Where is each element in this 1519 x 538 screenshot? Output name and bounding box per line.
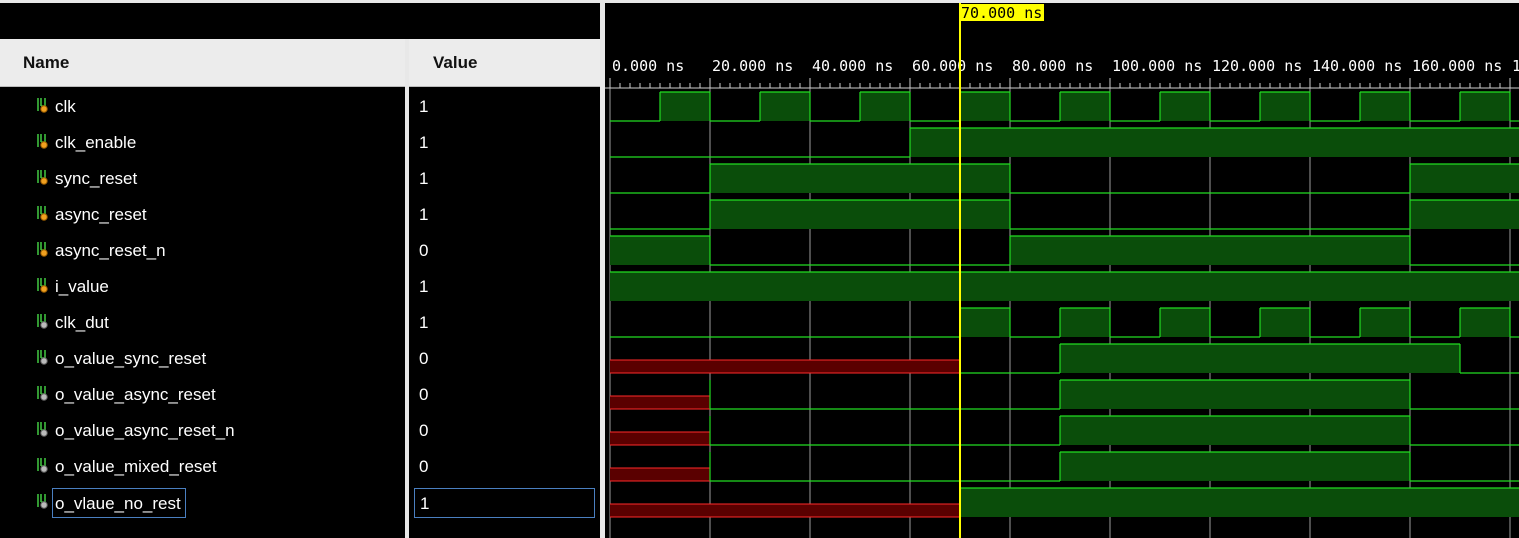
signal-value: 0 [419, 241, 429, 260]
output-signal-icon [36, 349, 50, 367]
signal-name[interactable]: clk [55, 89, 76, 125]
time-tick-label: 100.000 ns [1112, 57, 1202, 75]
signal-row[interactable]: o_value_mixed_reset 0 [0, 449, 600, 485]
signal-value: 1 [419, 169, 429, 188]
time-tick-label: 60.000 ns [912, 57, 993, 75]
wave-high-fill [1160, 308, 1210, 337]
input-signal-icon [36, 241, 50, 259]
column-splitter[interactable] [405, 39, 409, 538]
wave-high-fill [1360, 92, 1410, 121]
output-signal-icon [36, 385, 50, 403]
signal-name[interactable]: async_reset_n [55, 233, 166, 269]
wave-high-fill [610, 236, 710, 265]
wave-high-fill [1060, 380, 1410, 409]
time-tick-label: 140.000 ns [1312, 57, 1402, 75]
signal-name[interactable]: o_value_async_reset [55, 377, 216, 413]
wave-high-fill [1060, 344, 1460, 373]
wave-high-fill [910, 128, 1519, 157]
wave-high-fill [1460, 308, 1510, 337]
wave-high-fill [1060, 416, 1410, 445]
signal-name[interactable]: o_value_mixed_reset [55, 449, 217, 485]
wave-unknown-fill [610, 360, 960, 373]
signal-row[interactable]: async_reset_n 0 [0, 233, 600, 269]
wave-high-fill [1410, 200, 1519, 229]
signal-name[interactable]: async_reset [55, 197, 147, 233]
signal-value: 1 [419, 133, 429, 152]
wave-high-fill [1360, 308, 1410, 337]
wave-unknown-fill [610, 468, 710, 481]
output-signal-icon [36, 421, 50, 439]
signal-name[interactable]: o_value_async_reset_n [55, 413, 235, 449]
signal-name[interactable]: sync_reset [55, 161, 137, 197]
signal-value: 1 [419, 313, 429, 332]
signal-name[interactable]: o_value_sync_reset [55, 341, 206, 377]
toolbar-strip [0, 0, 600, 36]
wave-high-fill [710, 164, 1010, 193]
cursor-time-label: 70.000 ns [961, 4, 1042, 22]
wave-high-fill [960, 92, 1010, 121]
input-signal-icon [36, 133, 50, 151]
wave-high-fill [1060, 452, 1410, 481]
signal-value: 1 [414, 488, 595, 518]
waveform-canvas[interactable]: 0.000 ns 20.000 ns 40.000 ns 60.000 ns 80.00… [605, 0, 1519, 538]
time-tick-label: 120.000 ns [1212, 57, 1302, 75]
signal-name[interactable]: clk_enable [55, 125, 136, 161]
output-signal-icon [36, 457, 50, 475]
top-border [605, 0, 1519, 3]
input-signal-icon [36, 277, 50, 295]
wave-high-fill [660, 92, 710, 121]
signal-name[interactable]: i_value [55, 269, 109, 305]
signal-value: 1 [419, 97, 429, 116]
input-signal-icon [36, 169, 50, 187]
wave-high-fill [1260, 308, 1310, 337]
signal-row[interactable]: sync_reset 1 [0, 161, 600, 197]
wave-high-fill [1410, 164, 1519, 193]
wave-unknown-fill [610, 396, 710, 409]
wave-high-fill [1260, 92, 1310, 121]
signal-row[interactable]: clk_enable 1 [0, 125, 600, 161]
time-tick-label: 0.000 ns [612, 57, 684, 75]
wave-high-fill [860, 92, 910, 121]
output-signal-icon [36, 493, 50, 511]
signal-row[interactable]: o_value_sync_reset 0 [0, 341, 600, 377]
output-signal-icon [36, 313, 50, 331]
column-header-name[interactable]: Name [0, 39, 405, 87]
signal-row[interactable]: o_vlaue_no_rest 1 [0, 485, 600, 521]
signal-row[interactable]: i_value 1 [0, 269, 600, 305]
signal-row[interactable]: o_value_async_reset_n 0 [0, 413, 600, 449]
signal-name[interactable]: clk_dut [55, 305, 109, 341]
time-tick-label: 40.000 ns [812, 57, 893, 75]
signal-row[interactable]: async_reset 1 [0, 197, 600, 233]
signal-value: 0 [419, 385, 429, 404]
wave-high-fill [710, 200, 1010, 229]
signal-row[interactable]: clk 1 [0, 89, 600, 125]
signal-row[interactable]: o_value_async_reset 0 [0, 377, 600, 413]
time-tick-label: 1 [1512, 57, 1519, 75]
wave-high-fill [760, 92, 810, 121]
wave-high-fill [960, 488, 1519, 517]
input-signal-icon [36, 97, 50, 115]
input-signal-icon [36, 205, 50, 223]
wave-unknown-fill [610, 504, 960, 517]
signal-row[interactable]: clk_dut 1 [0, 305, 600, 341]
time-tick-label: 80.000 ns [1012, 57, 1093, 75]
signal-value: 0 [419, 349, 429, 368]
signal-value: 0 [419, 421, 429, 440]
signal-value: 1 [419, 205, 429, 224]
wave-high-fill [1460, 92, 1510, 121]
signal-name[interactable]: o_vlaue_no_rest [52, 488, 186, 518]
wave-high-fill [1060, 92, 1110, 121]
wave-high-fill [1010, 236, 1410, 265]
time-tick-label: 20.000 ns [712, 57, 793, 75]
wave-high-fill [1060, 308, 1110, 337]
wave-unknown-fill [610, 432, 710, 445]
time-tick-label: 160.000 ns [1412, 57, 1502, 75]
column-header-value[interactable]: Value [409, 39, 600, 87]
signal-value: 1 [419, 277, 429, 296]
wave-high-fill [960, 308, 1010, 337]
wave-high-fill [610, 272, 1519, 301]
signal-panel: Name Value clk 1 clk_enable 1 sync_reset 1 asy… [0, 0, 600, 538]
wave-high-fill [1160, 92, 1210, 121]
signal-value: 0 [419, 457, 429, 476]
